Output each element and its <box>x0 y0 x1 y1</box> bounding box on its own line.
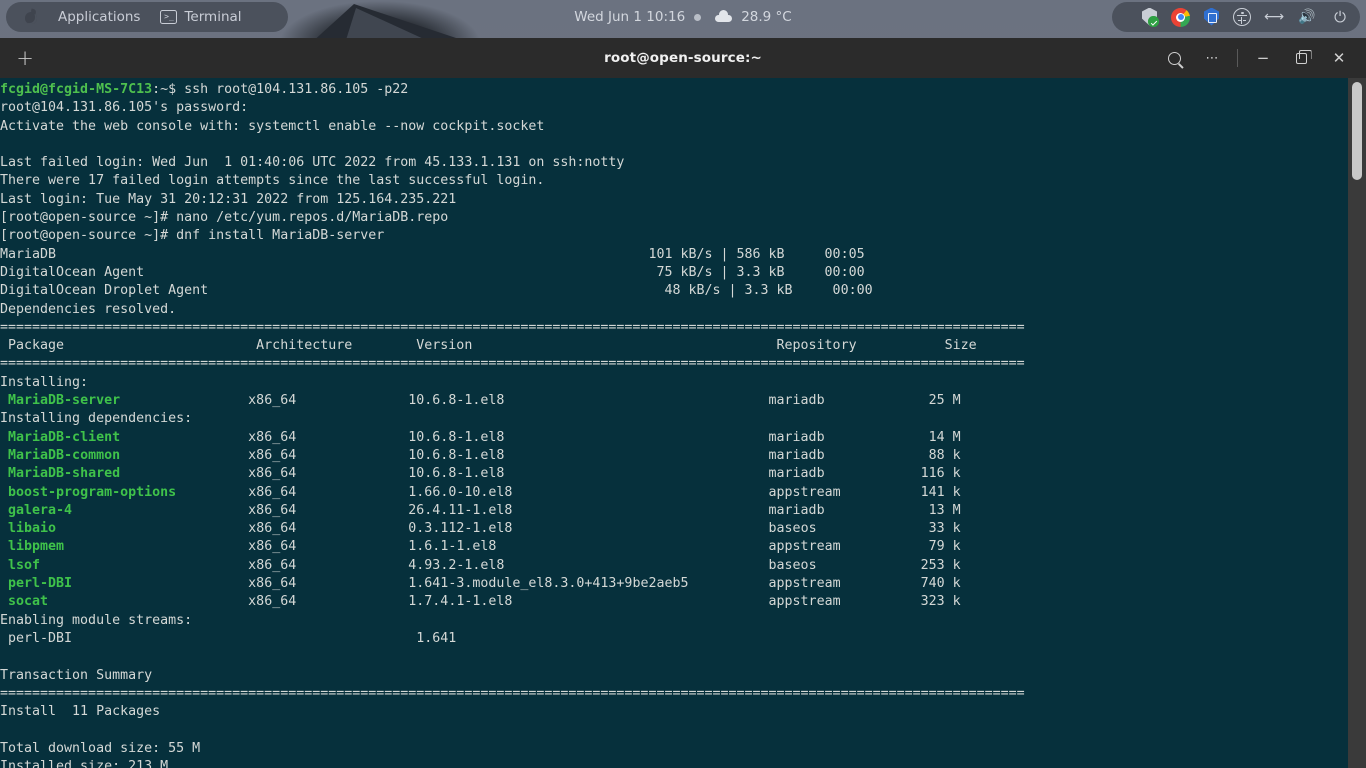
terminal-line: Last failed login: Wed Jun 1 01:40:06 UT… <box>0 155 625 171</box>
system-tray: ⟷ 🔊 ⏻ <box>1141 0 1366 34</box>
search-icon <box>1167 51 1181 65</box>
terminal-line: [root@open-source ~]# nano /etc/yum.repo… <box>0 210 449 226</box>
terminal-line: DigitalOcean Droplet Agent 48 kB/s | 3.3… <box>0 283 873 299</box>
power-icon[interactable]: ⏻ <box>1330 7 1350 27</box>
terminal-line: boost-program-options x86_64 1.66.0-10.e… <box>8 484 961 500</box>
terminal-label: Terminal <box>184 9 242 25</box>
terminal-line: Dependencies resolved. <box>0 301 177 317</box>
terminal-line: MariaDB-shared x86_64 10.6.8-1.el8 maria… <box>8 466 961 482</box>
clock-button[interactable]: Wed Jun 1 10:16 <box>574 9 702 25</box>
terminal-line: ========================================… <box>0 319 1025 335</box>
terminal-line: MariaDB-common x86_64 10.6.8-1.el8 maria… <box>8 447 961 463</box>
terminal-line: perl-DBI x86_64 1.641-3.module_el8.3.0+4… <box>8 576 961 592</box>
network-icon[interactable]: ⟷ <box>1264 7 1284 27</box>
terminal-line: fcgid@fcgid-MS-7C13:~$ ssh root@104.131.… <box>0 82 409 97</box>
terminal-window: + root@open-source:~ ⋯ − ✕ fcgid@fcgid-M… <box>0 38 1366 768</box>
terminal-line: Installing dependencies: <box>0 411 193 427</box>
terminal-line: [root@open-source ~]# dnf install MariaD… <box>0 228 385 244</box>
terminal-menu-button[interactable]: >_ Terminal <box>150 4 251 30</box>
terminal-line: galera-4 x86_64 26.4.11-1.el8 mariadb 13… <box>8 502 961 518</box>
terminal-line: DigitalOcean Agent 75 kB/s | 3.3 kB 00:0… <box>0 264 865 280</box>
terminal-line: There were 17 failed login attempts sinc… <box>0 173 545 189</box>
terminal-line: Enabling module streams: <box>0 612 193 628</box>
dot-indicator-icon <box>694 13 702 21</box>
terminal-line: Transaction Summary <box>0 667 153 683</box>
terminal-line: ========================================… <box>0 356 1025 372</box>
terminal-scrollbar[interactable] <box>1348 78 1366 768</box>
terminal-viewport[interactable]: fcgid@fcgid-MS-7C13:~$ ssh root@104.131.… <box>0 78 1366 768</box>
terminal-line: Package Architecture Version Repository … <box>0 338 977 354</box>
volume-icon[interactable]: 🔊 <box>1297 7 1317 27</box>
terminal-line: Activate the web console with: systemctl… <box>0 118 545 134</box>
scrollbar-thumb[interactable] <box>1352 82 1362 180</box>
terminal-line: libaio x86_64 0.3.112-1.el8 baseos 33 k <box>8 521 961 537</box>
terminal-output[interactable]: fcgid@fcgid-MS-7C13:~$ ssh root@104.131.… <box>0 78 1366 768</box>
terminal-line: MariaDB 101 kB/s | 586 kB 00:05 <box>0 246 865 262</box>
chrome-browser-icon[interactable] <box>1171 7 1190 27</box>
cloud-icon <box>715 10 733 22</box>
terminal-icon: >_ <box>160 10 178 24</box>
terminal-line: Install 11 Packages <box>0 704 161 720</box>
apple-menu-button[interactable] <box>14 4 48 30</box>
blue-shield-icon[interactable] <box>1203 8 1220 27</box>
window-title: root@open-source:~ <box>604 50 762 66</box>
shield-check-icon[interactable] <box>1141 8 1159 27</box>
weather-label: 28.9 °C <box>741 9 792 25</box>
terminal-line: MariaDB-server x86_64 10.6.8-1.el8 maria… <box>8 393 961 409</box>
clock-label: Wed Jun 1 10:16 <box>574 9 686 25</box>
accessibility-icon[interactable] <box>1233 8 1251 26</box>
terminal-line: socat x86_64 1.7.4.1-1.el8 appstream 323… <box>8 594 961 610</box>
terminal-line: root@104.131.86.105's password: <box>0 100 249 116</box>
terminal-line: libpmem x86_64 1.6.1-1.el8 appstream 79 … <box>8 539 961 555</box>
terminal-line: ========================================… <box>0 685 1025 701</box>
wallpaper-mountain-peak <box>300 0 490 38</box>
terminal-line: MariaDB-client x86_64 10.6.8-1.el8 maria… <box>8 429 961 445</box>
window-titlebar: + root@open-source:~ ⋯ − ✕ <box>0 38 1366 78</box>
weather-button[interactable]: 28.9 °C <box>715 9 792 25</box>
terminal-line: perl-DBI 1.641 <box>0 630 457 646</box>
applications-label: Applications <box>58 9 141 25</box>
terminal-line: Last login: Tue May 31 20:12:31 2022 fro… <box>0 191 457 207</box>
apple-logo-icon <box>24 9 38 25</box>
maximize-icon <box>1295 52 1307 64</box>
terminal-line: lsof x86_64 4.93.2-1.el8 baseos 253 k <box>8 557 961 573</box>
terminal-line: Installed size: 213 M <box>0 758 169 768</box>
applications-menu-button[interactable]: Applications <box>48 4 150 30</box>
terminal-line: Installing: <box>0 374 89 390</box>
terminal-line: Total download size: 55 M <box>0 740 201 756</box>
